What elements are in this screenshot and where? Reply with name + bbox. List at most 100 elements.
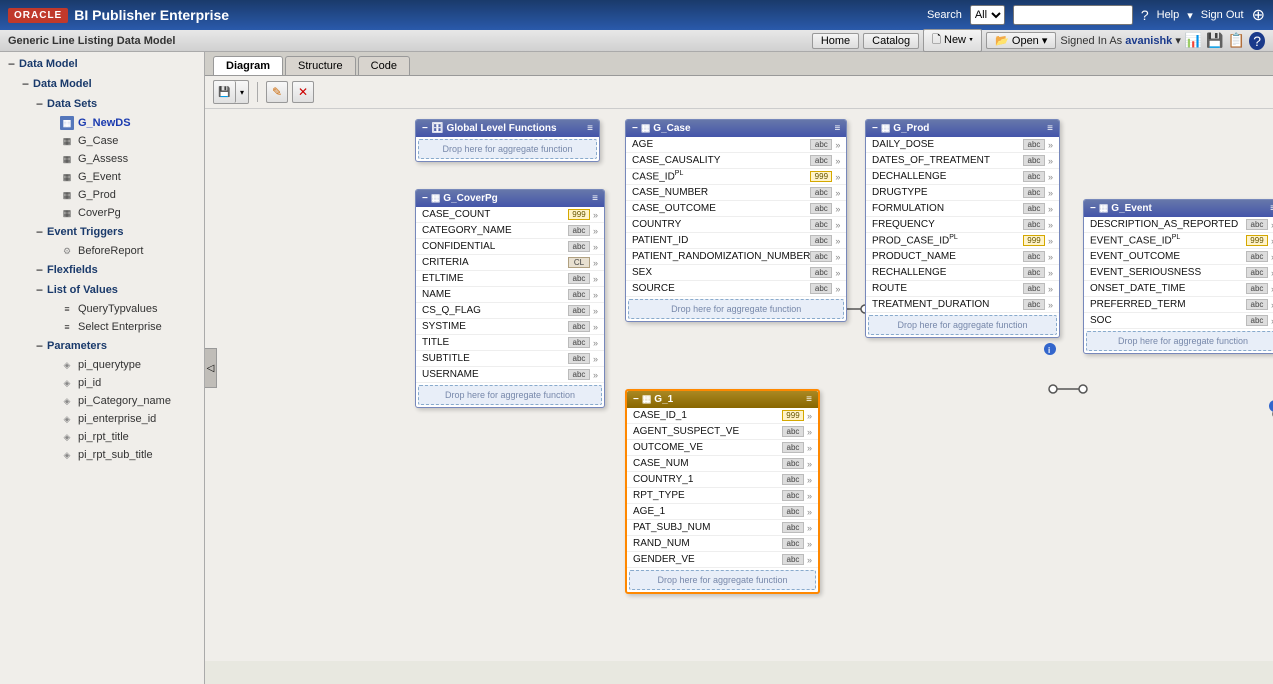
sidebar-item-g-newds[interactable]: ▦ G_NewDS <box>40 114 204 132</box>
sidebar-item-querytypvalues[interactable]: ≡ QueryTypvalues <box>40 300 204 318</box>
save-dropdown[interactable]: ▾ <box>236 81 248 103</box>
top-nav: Search All ? Help ▾ Sign Out ⊕ <box>927 5 1265 25</box>
sidebar-item-pi-enterprise-id[interactable]: ◈ pi_enterprise_id <box>40 410 204 428</box>
sidebar-datasets-header[interactable]: − Data Sets <box>28 94 204 114</box>
catalog-link[interactable]: Catalog <box>863 33 919 49</box>
g-case-row-case-outcome: CASE_OUTCOME abc » <box>626 201 846 217</box>
g-prod-row-frequency: FREQUENCY abc » <box>866 217 1059 233</box>
tab-code[interactable]: Code <box>358 56 410 75</box>
g-event-collapse-icon[interactable]: − <box>1090 203 1096 214</box>
g-coverpg-menu-icon[interactable]: ≡ <box>592 193 598 204</box>
help-icon2[interactable]: ? <box>1249 32 1265 50</box>
g-event-drop-zone[interactable]: Drop here for aggregate function <box>1086 331 1273 351</box>
g-coverpg-db-icon: ▦ <box>431 193 440 204</box>
tabs-bar: Diagram Structure Code <box>205 52 1273 76</box>
sidebar-item-pi-querytype[interactable]: ◈ pi_querytype <box>40 356 204 374</box>
table-icon-g-event: ▦ <box>60 170 74 184</box>
save-as-icon[interactable]: 📋 <box>1228 32 1245 49</box>
g-case-menu-icon[interactable]: ≡ <box>835 123 841 134</box>
delete-button[interactable]: ✕ <box>292 81 314 103</box>
collapse-data-model-sub-icon[interactable]: − <box>22 77 29 91</box>
sidebar-item-coverpg[interactable]: ▦ CoverPg <box>40 204 204 222</box>
g-prod-label: G_Prod <box>78 189 116 201</box>
g-prod-drop-zone[interactable]: Drop here for aggregate function <box>868 315 1057 335</box>
sidebar-item-pi-rpt-title[interactable]: ◈ pi_rpt_title <box>40 428 204 446</box>
g-prod-menu-icon[interactable]: ≡ <box>1047 123 1053 134</box>
search-help-icon[interactable]: ? <box>1141 7 1149 23</box>
g-case-db-icon: ▦ <box>641 123 650 134</box>
sidebar-item-select-enterprise[interactable]: ≡ Select Enterprise <box>40 318 204 336</box>
toolbar: 💾 ▾ ✎ ✕ <box>205 76 1273 109</box>
collapse-lov-icon[interactable]: − <box>36 283 43 297</box>
g-1-collapse-icon[interactable]: − <box>633 394 639 405</box>
table-g-1: − ▦ G_1 ≡ CASE_ID_1 999 » AGENT_SUSPECT_… <box>625 389 820 594</box>
global-functions-drop-zone[interactable]: Drop here for aggregate function <box>418 139 597 159</box>
querytypvalues-label: QueryTypvalues <box>78 303 157 315</box>
table-icon-g-assess: ▦ <box>60 152 74 166</box>
sidebar-parameters-header[interactable]: − Parameters <box>28 336 204 356</box>
signout-button[interactable]: Sign Out <box>1201 9 1244 21</box>
sidebar-lov-header[interactable]: − List of Values <box>28 280 204 300</box>
g-event-row-preferred-term: PREFERRED_TERM abc » <box>1084 297 1273 313</box>
g-1-body: CASE_ID_1 999 » AGENT_SUSPECT_VE abc » O… <box>627 408 818 590</box>
collapse-event-triggers-icon[interactable]: − <box>36 225 43 239</box>
sidebar-item-pi-rpt-sub-title[interactable]: ◈ pi_rpt_sub_title <box>40 446 204 464</box>
page-subtitle: Generic Line Listing Data Model <box>8 35 175 47</box>
save-icon[interactable]: 💾 <box>1206 32 1223 49</box>
edit-button[interactable]: ✎ <box>266 81 288 103</box>
toolbar-separator-1 <box>257 82 258 102</box>
g-prod-collapse-icon[interactable]: − <box>872 123 878 134</box>
sidebar-event-triggers-header[interactable]: − Event Triggers <box>28 222 204 242</box>
pi-querytype-label: pi_querytype <box>78 359 141 371</box>
param-icon-pi-id: ◈ <box>60 376 74 390</box>
sidebar-item-g-prod[interactable]: ▦ G_Prod <box>40 186 204 204</box>
sidebar-flexfields-header[interactable]: − Flexfields <box>28 260 204 280</box>
tab-diagram[interactable]: Diagram <box>213 56 283 75</box>
collapse-datasets-icon[interactable]: − <box>36 97 43 111</box>
g-1-row-country-1: COUNTRY_1 abc » <box>627 472 818 488</box>
g-1-menu-icon[interactable]: ≡ <box>806 394 812 405</box>
g-case-row-source: SOURCE abc » <box>626 281 846 297</box>
collapse-data-model-icon[interactable]: − <box>8 57 15 71</box>
sidebar-header-data-model-sub[interactable]: − Data Model <box>14 74 204 94</box>
collapse-flexfields-icon[interactable]: − <box>36 263 43 277</box>
g-coverpg-drop-zone[interactable]: Drop here for aggregate function <box>418 385 602 405</box>
sidebar-item-g-event[interactable]: ▦ G_Event <box>40 168 204 186</box>
coverpg-label: CoverPg <box>78 207 121 219</box>
sidebar-item-g-assess[interactable]: ▦ G_Assess <box>40 150 204 168</box>
help-button[interactable]: Help <box>1157 9 1180 21</box>
sidebar-item-g-case[interactable]: ▦ G_Case <box>40 132 204 150</box>
lov-icon-select-enterprise: ≡ <box>60 320 74 334</box>
table-icon-coverpg: ▦ <box>60 206 74 220</box>
sidebar-item-before-report[interactable]: ⚙ BeforeReport <box>40 242 204 260</box>
sidebar-collapse-handle[interactable]: ◁ <box>205 348 217 388</box>
g-event-row-description: DESCRIPTION_AS_REPORTED abc » <box>1084 217 1273 233</box>
table-g-event: − ▦ G_Event ≡ DESCRIPTION_AS_REPORTED ab… <box>1083 199 1273 354</box>
g-1-drop-zone[interactable]: Drop here for aggregate function <box>629 570 816 590</box>
g-case-row-age: AGE abc » <box>626 137 846 153</box>
global-level-functions-collapse-icon[interactable]: − <box>422 123 428 134</box>
export-icon[interactable]: 📊 <box>1185 32 1202 49</box>
g-case-label: G_Case <box>78 135 118 147</box>
search-input[interactable] <box>1013 5 1133 25</box>
g-case-drop-zone[interactable]: Drop here for aggregate function <box>628 299 844 319</box>
open-button[interactable]: 📂 Open ▾ <box>986 32 1056 49</box>
tab-structure[interactable]: Structure <box>285 56 356 75</box>
g-1-title: G_1 <box>654 394 673 405</box>
g-coverpg-body: CASE_COUNT 999 » CATEGORY_NAME abc » CON… <box>416 207 604 405</box>
sidebar-item-pi-id[interactable]: ◈ pi_id <box>40 374 204 392</box>
g-event-db-icon: ▦ <box>1099 203 1108 214</box>
collapse-parameters-icon[interactable]: − <box>36 339 43 353</box>
g-coverpg-collapse-icon[interactable]: − <box>422 193 428 204</box>
data-model-sub-label: Data Model <box>33 78 92 90</box>
sidebar-header-data-model[interactable]: − Data Model <box>0 54 204 74</box>
save-button[interactable]: 💾 <box>214 81 236 103</box>
g-prod-row-rechallenge: RECHALLENGE abc » <box>866 265 1059 281</box>
new-button[interactable]: 🗋 New ▾ <box>923 29 982 52</box>
g-case-collapse-icon[interactable]: − <box>632 123 638 134</box>
g-event-header: − ▦ G_Event ≡ <box>1084 200 1273 217</box>
search-scope-select[interactable]: All <box>970 5 1005 25</box>
home-link[interactable]: Home <box>812 33 859 49</box>
global-level-functions-menu-icon[interactable]: ≡ <box>587 123 593 134</box>
sidebar-item-pi-category-name[interactable]: ◈ pi_Category_name <box>40 392 204 410</box>
